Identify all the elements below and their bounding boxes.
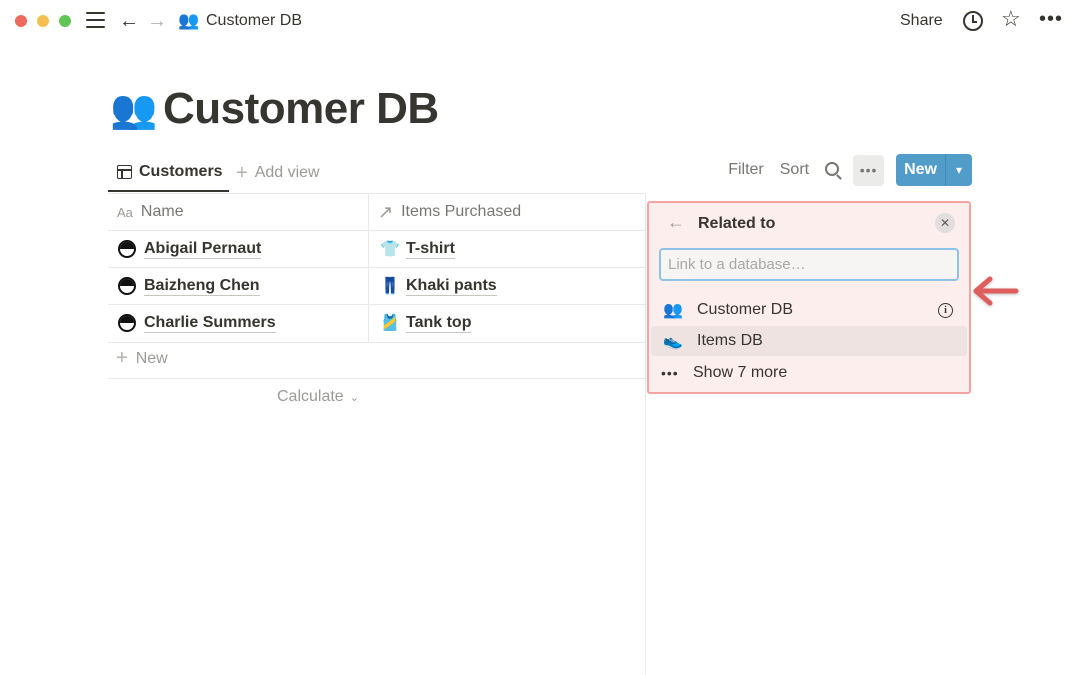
tshirt-icon: 👕 (380, 241, 400, 258)
new-dropdown-chevron-icon[interactable]: ▾ (945, 154, 972, 186)
window-zoom-button[interactable] (59, 15, 71, 27)
new-row-border (108, 378, 646, 379)
back-arrow-icon[interactable]: ← (667, 212, 685, 233)
breadcrumb-title[interactable]: Customer DB (206, 12, 302, 30)
calculate-button[interactable]: Calculate ⌄ (277, 388, 359, 406)
add-view-button[interactable]: + Add view (236, 154, 320, 192)
row-border (108, 342, 646, 343)
panel-title: Related to (698, 215, 776, 232)
tank-top-icon: 🎽 (380, 315, 400, 332)
forward-arrow-icon[interactable]: → (147, 10, 167, 32)
column-header-label: Name (140, 203, 184, 220)
close-icon[interactable]: ✕ (935, 213, 955, 233)
item-link[interactable]: Khaki pants (406, 277, 497, 296)
column-divider (368, 193, 369, 342)
tab-label: Customers (139, 163, 223, 180)
new-button-group: New ▾ (896, 154, 972, 186)
relation-arrow-icon: ↗ (378, 201, 394, 222)
view-toolbar: Customers + Add view Filter Sort ••• New… (108, 154, 972, 194)
item-link[interactable]: Tank top (406, 314, 472, 333)
table-row-name-cell[interactable]: Charlie Summers (118, 305, 276, 341)
column-header-items-purchased[interactable]: ↗ Items Purchased (378, 194, 521, 230)
link-database-input[interactable] (659, 248, 959, 281)
more-options-icon[interactable]: ••• (1039, 8, 1063, 30)
option-label: Customer DB (697, 301, 794, 318)
shoe-icon: 👟 (663, 333, 683, 350)
avatar-icon (118, 240, 136, 258)
option-label: Items DB (697, 332, 763, 349)
annotation-arrow-icon (973, 276, 1019, 306)
page-title[interactable]: Customer DB (163, 84, 439, 134)
plus-icon: + (236, 161, 248, 184)
plus-icon: + (116, 347, 128, 369)
table-row-item-cell[interactable]: 🎽 Tank top (380, 305, 472, 341)
table-row-name-cell[interactable]: Baizheng Chen (118, 268, 260, 304)
panel-divider (645, 193, 646, 675)
add-view-label: Add view (254, 164, 320, 181)
share-button[interactable]: Share (900, 12, 943, 30)
pants-icon: 👖 (380, 278, 400, 295)
new-row-label: New (135, 349, 168, 367)
column-header-name[interactable]: Aa Name (117, 194, 184, 230)
table-row-item-cell[interactable]: 👖 Khaki pants (380, 268, 497, 304)
chevron-down-icon: ⌄ (349, 391, 359, 404)
search-icon[interactable] (825, 161, 840, 176)
top-bar: ← → 👥 Customer DB Share ☆ ••• (0, 0, 1080, 44)
option-label: Show 7 more (693, 364, 788, 381)
people-icon: 👥 (663, 302, 683, 319)
table-icon (117, 165, 132, 179)
avatar-icon (118, 277, 136, 295)
item-link[interactable]: T-shirt (406, 240, 455, 259)
text-type-icon: Aa (117, 204, 133, 220)
window-minimize-button[interactable] (37, 15, 49, 27)
customer-name[interactable]: Abigail Pernaut (144, 240, 262, 259)
related-to-panel: ← Related to ✕ 👥 Customer DB i 👟 Items D… (647, 201, 971, 394)
filter-button[interactable]: Filter (728, 161, 764, 179)
table-row-item-cell[interactable]: 👕 T-shirt (380, 231, 455, 267)
add-row-button[interactable]: + New (116, 347, 168, 370)
view-more-button[interactable]: ••• (853, 154, 885, 186)
sidebar-toggle-icon[interactable] (86, 12, 105, 28)
tab-customers[interactable]: Customers (108, 154, 229, 192)
favorite-star-icon[interactable]: ☆ (1001, 8, 1021, 30)
column-header-label: Items Purchased (401, 203, 522, 220)
info-icon[interactable]: i (938, 302, 953, 318)
history-clock-icon[interactable] (963, 11, 983, 31)
back-arrow-icon[interactable]: ← (119, 10, 139, 32)
page-emoji-icon[interactable]: 👥 (110, 88, 157, 132)
database-option-items-db[interactable]: 👟 Items DB (651, 326, 967, 356)
ellipsis-icon: ••• (661, 365, 679, 381)
breadcrumb-emoji-icon: 👥 (178, 11, 200, 30)
window-close-button[interactable] (15, 15, 27, 27)
sort-button[interactable]: Sort (780, 161, 809, 179)
new-button[interactable]: New (896, 154, 945, 186)
avatar-icon (118, 314, 136, 332)
customer-name[interactable]: Baizheng Chen (144, 277, 260, 296)
table-row-name-cell[interactable]: Abigail Pernaut (118, 231, 262, 267)
database-option-customer-db[interactable]: 👥 Customer DB i (651, 295, 967, 325)
calculate-label: Calculate (277, 388, 344, 405)
table-top-border (108, 193, 646, 194)
customer-name[interactable]: Charlie Summers (144, 314, 276, 333)
show-more-option[interactable]: ••• Show 7 more (651, 358, 967, 388)
